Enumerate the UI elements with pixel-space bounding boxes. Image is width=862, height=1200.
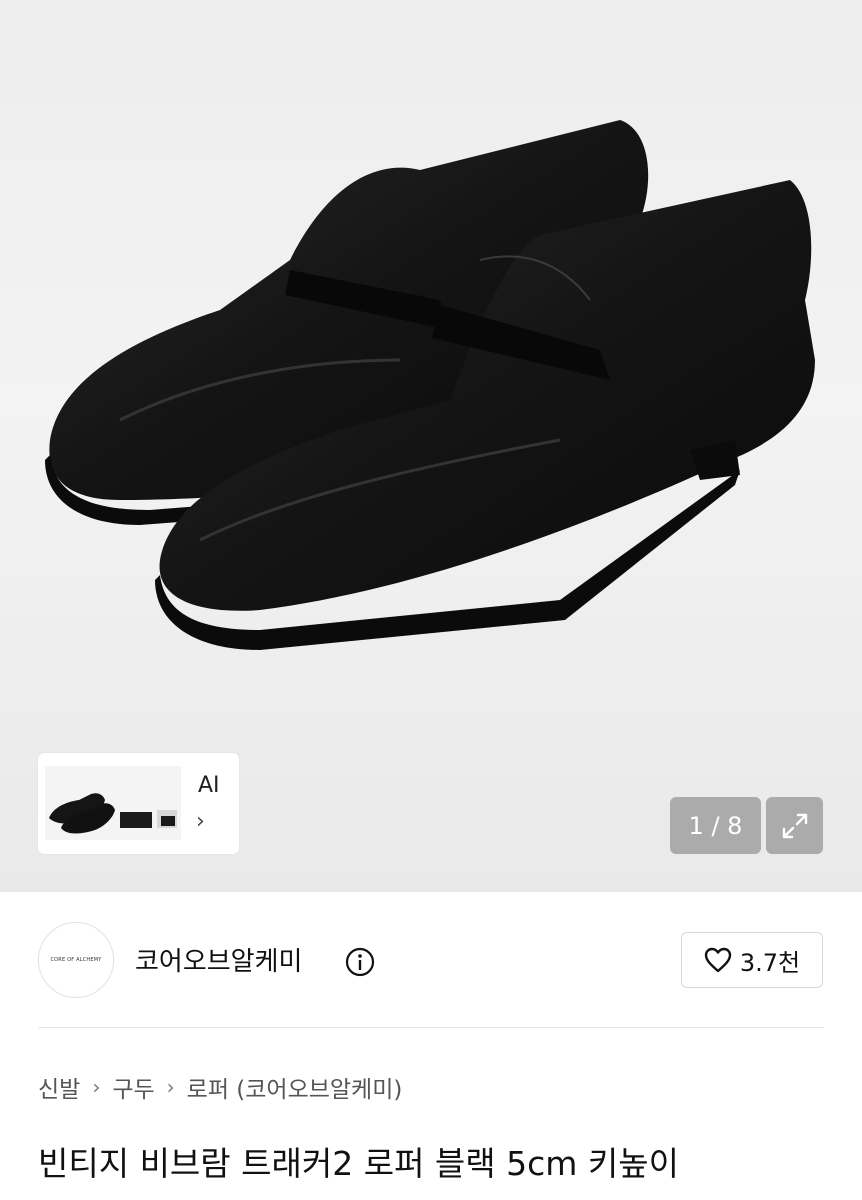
brand-name-link[interactable]: 코어오브알케미	[135, 941, 302, 978]
chevron-right-icon: ›	[166, 1075, 175, 1099]
expand-button[interactable]	[766, 797, 823, 854]
chevron-right-icon: ›	[196, 809, 205, 834]
product-image-gallery[interactable]: AI › 1 / 8	[0, 0, 862, 892]
brand-logo-text: CORE OF ALCHEMY	[50, 957, 102, 963]
heart-icon	[704, 947, 732, 973]
expand-icon	[782, 813, 807, 838]
like-button[interactable]: 3.7천	[681, 932, 823, 988]
ai-label: AI	[198, 773, 220, 798]
ai-thumbnail-image	[45, 766, 181, 840]
info-icon[interactable]	[344, 946, 376, 978]
breadcrumb: 신발 › 구두 › 로퍼 (코어오브알케미)	[38, 1070, 402, 1104]
section-divider	[38, 1027, 824, 1028]
breadcrumb-item-shoes[interactable]: 신발	[38, 1070, 80, 1104]
like-count: 3.7천	[739, 948, 801, 977]
image-counter: 1 / 8	[670, 797, 761, 854]
breadcrumb-item-loafers[interactable]: 로퍼 (코어오브알케미)	[187, 1070, 403, 1104]
brand-row: CORE OF ALCHEMY 코어오브알케미 3.7천	[0, 892, 862, 1027]
image-counter-text: 1 / 8	[688, 811, 743, 840]
product-title: 빈티지 비브람 트래커2 로퍼 블랙 5cm 키높이	[38, 1144, 679, 1183]
brand-logo[interactable]: CORE OF ALCHEMY	[38, 922, 114, 998]
breadcrumb-item-dress-shoes[interactable]: 구두	[112, 1070, 154, 1104]
ai-similar-card[interactable]: AI ›	[38, 753, 239, 854]
chevron-right-icon: ›	[92, 1075, 101, 1099]
